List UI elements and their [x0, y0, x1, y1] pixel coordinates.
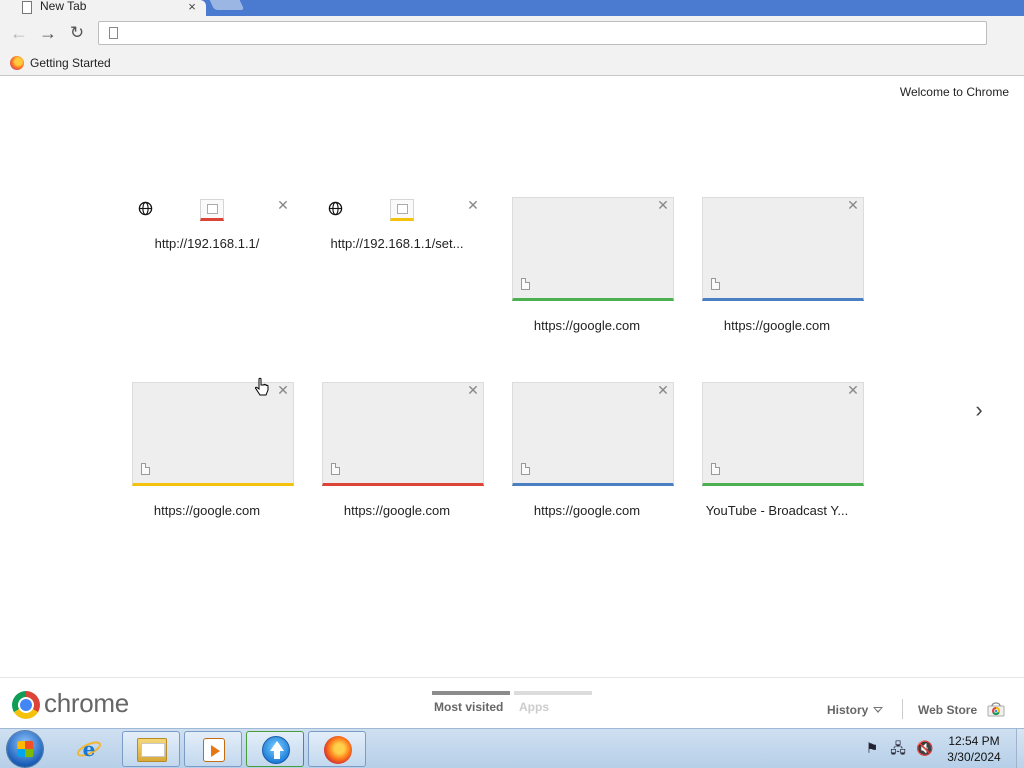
taskbar-windows-explorer[interactable] [122, 731, 180, 767]
most-visited-tile[interactable]: ✕ https://google.com [322, 382, 484, 522]
forward-button[interactable]: → [37, 22, 59, 44]
next-page-arrow[interactable]: › [968, 395, 990, 425]
start-button[interactable] [7, 731, 43, 767]
tile-close-button[interactable]: ✕ [656, 198, 670, 212]
tile-title: YouTube - Broadcast Y... [705, 503, 849, 518]
taskbar-firefox[interactable] [308, 731, 366, 767]
tab-title: New Tab [40, 0, 87, 13]
tile-close-button[interactable]: ✕ [466, 383, 480, 397]
tile-thumbnail [322, 382, 484, 486]
tile-thumbnail [702, 382, 864, 486]
folder-icon [137, 738, 167, 762]
firefox-icon [10, 56, 24, 70]
svg-text:e: e [83, 737, 96, 761]
tile-thumbnail [702, 197, 864, 301]
windows-taskbar: e ⚑ 🖧 🔇 12:54 PM 3/30/2024 [0, 728, 1024, 768]
most-visited-tile[interactable]: ✕ http://192.168.1.1/set... [322, 197, 484, 337]
divider [902, 699, 903, 719]
chrome-wordmark: chrome [44, 688, 129, 718]
page-icon [331, 463, 340, 475]
clock-time: 12:54 PM [948, 734, 1000, 748]
back-button[interactable]: ← [8, 22, 30, 44]
page-switcher [432, 691, 592, 695]
chrome-logo-icon [12, 691, 40, 719]
bookmark-getting-started[interactable]: Getting Started [10, 54, 111, 72]
page-icon [521, 463, 530, 475]
reload-button[interactable]: ↻ [66, 22, 88, 44]
bookmark-label: Getting Started [30, 56, 111, 70]
chevron-down-icon [873, 707, 883, 713]
page-icon [141, 463, 150, 475]
tile-close-button[interactable]: ✕ [276, 198, 290, 212]
tab-close-button[interactable]: × [186, 0, 198, 15]
tile-close-button[interactable]: ✕ [656, 383, 670, 397]
page-icon [711, 463, 720, 475]
taskbar-internet-explorer[interactable]: e [60, 731, 118, 767]
tile-title: http://192.168.1.1/set... [330, 236, 464, 251]
hand-cursor-icon [255, 377, 269, 396]
tile-close-button[interactable]: ✕ [466, 198, 480, 212]
globe-icon [138, 201, 153, 216]
tile-title: https://google.com [343, 503, 451, 518]
volume-muted-icon[interactable]: 🔇 [916, 739, 933, 757]
globe-icon [328, 201, 343, 216]
tile-title: https://google.com [153, 503, 261, 518]
internet-explorer-icon: e [76, 737, 102, 761]
taskbar-media-player[interactable] [184, 731, 242, 767]
new-tab-button[interactable] [209, 0, 245, 10]
most-visited-tile[interactable]: ✕ https://google.com [702, 197, 864, 337]
most-visited-tile[interactable]: ✕ https://google.com [512, 197, 674, 337]
media-player-icon [203, 738, 225, 762]
clock[interactable]: 12:54 PM 3/30/2024 [940, 733, 1008, 765]
tile-title: http://192.168.1.1/ [154, 236, 260, 251]
clock-date: 3/30/2024 [947, 750, 1001, 764]
action-center-flag-icon[interactable]: ⚑ [864, 739, 880, 757]
history-menu-button[interactable]: History [827, 703, 868, 717]
page-icon [521, 278, 530, 290]
tab-most-visited[interactable]: Most visited [434, 700, 503, 714]
page-icon [109, 27, 118, 39]
web-store-link[interactable]: Web Store [918, 703, 977, 717]
tile-title: https://google.com [533, 503, 641, 518]
bookmarks-bar: Getting Started [0, 50, 1024, 76]
most-visited-tile[interactable]: ✕ https://google.com [132, 382, 294, 522]
tile-close-button[interactable]: ✕ [846, 383, 860, 397]
omnibox[interactable] [98, 21, 987, 45]
tab-new-tab[interactable]: New Tab × [0, 0, 206, 16]
tile-title: https://google.com [723, 318, 831, 333]
firefox-icon [324, 736, 352, 764]
most-visited-tile[interactable]: ✕ https://google.com [512, 382, 674, 522]
most-visited-tile[interactable]: ✕ YouTube - Broadcast Y... [702, 382, 864, 522]
page-icon [711, 278, 720, 290]
network-icon[interactable]: 🖧 [890, 739, 906, 757]
welcome-link[interactable]: Welcome to Chrome [900, 85, 1009, 99]
taskbar-upload-app[interactable] [246, 731, 304, 767]
address-input[interactable] [125, 24, 975, 42]
pager-bar-most-visited[interactable] [432, 691, 510, 695]
broken-image-icon [200, 199, 224, 221]
web-store-icon[interactable] [987, 701, 1005, 717]
tile-close-button[interactable]: ✕ [276, 383, 290, 397]
tile-title: https://google.com [533, 318, 641, 333]
ntp-footer: chrome Most visited Apps History Web Sto… [0, 677, 1024, 727]
page-icon [22, 1, 32, 14]
broken-image-icon [390, 199, 414, 221]
most-visited-tile[interactable]: ✕ http://192.168.1.1/ [132, 197, 294, 337]
tab-strip: New Tab × [0, 0, 1024, 16]
upload-icon [262, 736, 290, 764]
toolbar: ← → ↻ [0, 16, 1024, 50]
tab-apps[interactable]: Apps [519, 700, 549, 714]
tile-thumbnail [512, 382, 674, 486]
tile-close-button[interactable]: ✕ [846, 198, 860, 212]
new-tab-page: Welcome to Chrome ✕ http://192.168.1.1/ … [0, 77, 1024, 727]
show-desktop-button[interactable] [1016, 729, 1024, 768]
tile-thumbnail [512, 197, 674, 301]
pager-bar-apps[interactable] [514, 691, 592, 695]
